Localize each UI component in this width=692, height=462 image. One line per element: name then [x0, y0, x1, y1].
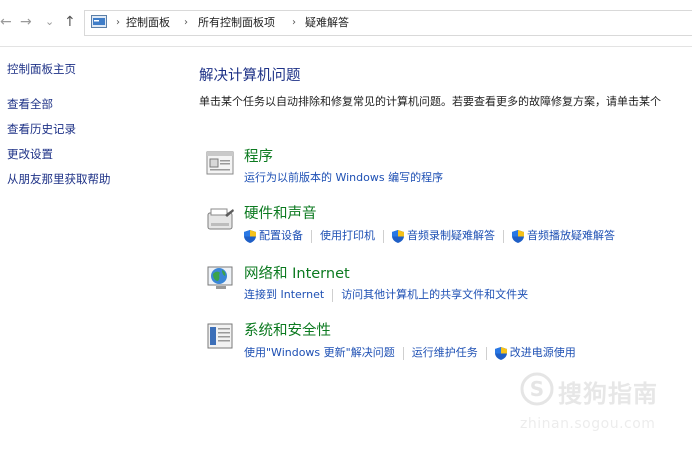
- uac-shield-icon: [494, 346, 507, 360]
- category-hardware-sound-links: 配置设备 使用打印机 音频录制疑难解答 音频播放疑难解答: [244, 229, 615, 243]
- up-arrow-icon[interactable]: ↑: [64, 14, 76, 30]
- category-network-internet-title[interactable]: 网络和 Internet: [244, 265, 350, 283]
- category-system-security-title[interactable]: 系统和安全性: [244, 322, 331, 340]
- breadcrumb-separator: ›: [184, 17, 188, 28]
- control-panel-icon: [91, 15, 107, 28]
- link-use-printer[interactable]: 使用打印机: [320, 229, 375, 243]
- breadcrumb-troubleshooting[interactable]: 疑难解答: [305, 15, 349, 30]
- link-configure-device[interactable]: 配置设备: [259, 229, 303, 243]
- uac-shield-icon: [392, 229, 404, 243]
- page-title: 解决计算机问题: [199, 68, 301, 84]
- link-divider: [503, 229, 504, 243]
- recent-locations-icon[interactable]: ⌄: [45, 14, 54, 30]
- link-improve-power-usage[interactable]: 改进电源使用: [510, 346, 576, 360]
- link-divider: [383, 229, 384, 243]
- sidebar-item-view-all[interactable]: 查看全部: [7, 97, 53, 112]
- sidebar-item-change-settings[interactable]: 更改设置: [7, 147, 53, 162]
- programs-icon[interactable]: [205, 148, 237, 178]
- link-run-old-programs[interactable]: 运行为以前版本的 Windows 编写的程序: [244, 171, 443, 185]
- link-run-maintenance[interactable]: 运行维护任务: [412, 346, 478, 360]
- link-divider: [485, 346, 487, 360]
- breadcrumb-separator: ›: [116, 17, 120, 28]
- page-description: 单击某个任务以自动排除和修复常见的计算机问题。若要查看更多的故障修复方案，请单击…: [199, 95, 661, 108]
- sogou-logo-icon: S: [520, 372, 554, 406]
- link-connect-internet[interactable]: 连接到 Internet: [244, 288, 324, 302]
- uac-shield-icon: [512, 229, 524, 243]
- breadcrumb-control-panel[interactable]: 控制面板: [126, 15, 170, 30]
- network-internet-icon[interactable]: [205, 263, 237, 293]
- watermark-text: 搜狗指南: [558, 380, 658, 408]
- forward-arrow-icon[interactable]: →: [20, 14, 32, 30]
- link-audio-playback-troubleshoot[interactable]: 音频播放疑难解答: [527, 229, 615, 243]
- hardware-sound-icon[interactable]: [205, 205, 237, 235]
- sidebar-item-view-history[interactable]: 查看历史记录: [7, 122, 76, 137]
- link-divider: [332, 288, 334, 302]
- category-network-internet-links: 连接到 Internet 访问其他计算机上的共享文件和文件夹: [244, 288, 528, 302]
- system-security-icon[interactable]: [205, 321, 237, 351]
- category-programs-links: 运行为以前版本的 Windows 编写的程序: [244, 171, 443, 185]
- watermark: S 搜狗指南 zhinan.sogou.com: [520, 372, 680, 442]
- link-audio-recording-troubleshoot[interactable]: 音频录制疑难解答: [407, 229, 495, 243]
- breadcrumb-separator: ›: [292, 17, 296, 28]
- address-bar: ← → ⌄ ↑ › 控制面板 › 所有控制面板项 › 疑难解答: [0, 0, 692, 47]
- watermark-url: zhinan.sogou.com: [520, 416, 656, 432]
- category-hardware-sound-title[interactable]: 硬件和声音: [244, 205, 317, 223]
- uac-shield-icon: [244, 229, 256, 243]
- breadcrumb-all-items[interactable]: 所有控制面板项: [198, 15, 275, 30]
- link-divider: [311, 229, 312, 243]
- category-programs-title[interactable]: 程序: [244, 148, 273, 166]
- address-path-box[interactable]: › 控制面板 › 所有控制面板项 › 疑难解答: [84, 10, 692, 36]
- link-windows-update-troubleshoot[interactable]: 使用"Windows 更新"解决问题: [244, 346, 395, 360]
- category-system-security-links: 使用"Windows 更新"解决问题 运行维护任务 改进电源使用: [244, 346, 576, 360]
- svg-text:S: S: [530, 377, 544, 401]
- link-divider: [402, 346, 404, 360]
- link-access-shared-files[interactable]: 访问其他计算机上的共享文件和文件夹: [341, 288, 528, 302]
- sidebar-item-get-help[interactable]: 从朋友那里获取帮助: [7, 172, 111, 187]
- sidebar-item-control-panel-home[interactable]: 控制面板主页: [7, 62, 76, 77]
- back-arrow-icon[interactable]: ←: [0, 14, 12, 30]
